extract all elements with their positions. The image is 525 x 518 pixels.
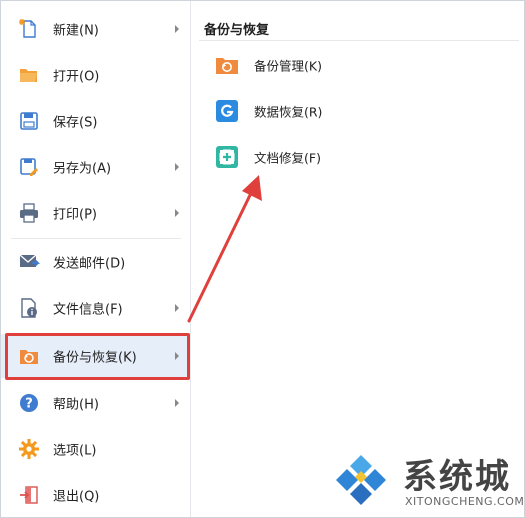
menu-item-backup-restore[interactable]: 备份与恢复(K) xyxy=(1,334,190,378)
file-info-icon xyxy=(21,298,37,318)
menu-item-label: 帮助(H) xyxy=(53,397,99,413)
menu-item-new[interactable]: 新建(N) xyxy=(1,7,190,51)
menu-item-label: 打印(P) xyxy=(53,207,97,223)
submenu-item-doc-repair[interactable]: 文档修复(F) xyxy=(205,139,425,175)
menu-item-print[interactable]: 打印(P) xyxy=(1,191,190,235)
data-recovery-icon xyxy=(216,100,238,122)
chevron-right-icon xyxy=(175,304,179,312)
watermark: 系统城 XITONGCHENG.COM xyxy=(331,445,525,515)
printer-icon xyxy=(20,203,38,223)
chevron-right-icon xyxy=(175,163,179,171)
chevron-right-icon xyxy=(175,209,179,217)
help-icon: ? xyxy=(20,394,38,412)
menu-item-open[interactable]: 打开(O) xyxy=(1,53,190,97)
menu-item-label: 备份与恢复(K) xyxy=(53,350,137,366)
watermark-domain: XITONGCHENG.COM xyxy=(405,495,525,508)
menu-item-label: 另存为(A) xyxy=(53,161,112,177)
submenu-item-label: 数据恢复(R) xyxy=(254,104,323,120)
open-folder-icon xyxy=(20,69,37,82)
submenu-item-backup-manage[interactable]: 备份管理(K) xyxy=(205,47,425,83)
menu-item-label: 发送邮件(D) xyxy=(53,256,126,272)
exit-icon xyxy=(20,486,38,504)
chevron-right-icon xyxy=(175,352,179,360)
watermark-brand: 系统城 xyxy=(403,457,511,497)
menu-item-label: 打开(O) xyxy=(53,69,100,85)
menu-item-help[interactable]: ? 帮助(H) xyxy=(1,381,190,425)
menu-item-label: 选项(L) xyxy=(53,443,97,459)
submenu-title: 备份与恢复 xyxy=(204,23,270,38)
submenu-item-label: 文档修复(F) xyxy=(254,150,321,166)
backup-manage-icon xyxy=(216,58,238,74)
menu-divider xyxy=(11,238,181,239)
menu-item-label: 保存(S) xyxy=(53,115,98,131)
options-gear-icon xyxy=(19,439,39,459)
chevron-right-icon xyxy=(175,399,179,407)
menu-item-save-as[interactable]: 另存为(A) xyxy=(1,145,190,189)
submenu-divider xyxy=(199,40,519,41)
menu-item-label: 文件信息(F) xyxy=(53,302,123,318)
menu-item-label: 退出(Q) xyxy=(53,489,100,505)
doc-repair-icon xyxy=(216,146,238,168)
send-mail-icon xyxy=(19,254,40,267)
backup-restore-icon xyxy=(20,350,38,364)
menu-item-send-mail[interactable]: 发送邮件(D) xyxy=(1,240,190,284)
menu-item-save[interactable]: 保存(S) xyxy=(1,99,190,143)
svg-text:?: ? xyxy=(25,397,33,412)
submenu-item-label: 备份管理(K) xyxy=(254,58,322,74)
file-menu-list: 新建(N) 打开(O) 保存(S) 另存为(A) 打印(P) 发送邮件(D) 文… xyxy=(1,1,191,517)
watermark-logo-icon xyxy=(336,455,386,505)
menu-item-label: 新建(N) xyxy=(53,23,99,39)
save-icon xyxy=(20,112,38,130)
submenu-item-data-recovery[interactable]: 数据恢复(R) xyxy=(205,93,425,129)
chevron-right-icon xyxy=(175,25,179,33)
file-menu-window: 新建(N) 打开(O) 保存(S) 另存为(A) 打印(P) 发送邮件(D) 文… xyxy=(0,0,525,518)
menu-item-options[interactable]: 选项(L) xyxy=(1,427,190,471)
submenu-panel: 备份与恢复 备份管理(K) 数据恢复(R) 文档修复(F) xyxy=(191,1,524,517)
save-as-icon xyxy=(20,158,38,176)
menu-item-exit[interactable]: 退出(Q) xyxy=(1,473,190,517)
menu-item-file-info[interactable]: 文件信息(F) xyxy=(1,286,190,330)
new-file-icon xyxy=(19,19,36,38)
